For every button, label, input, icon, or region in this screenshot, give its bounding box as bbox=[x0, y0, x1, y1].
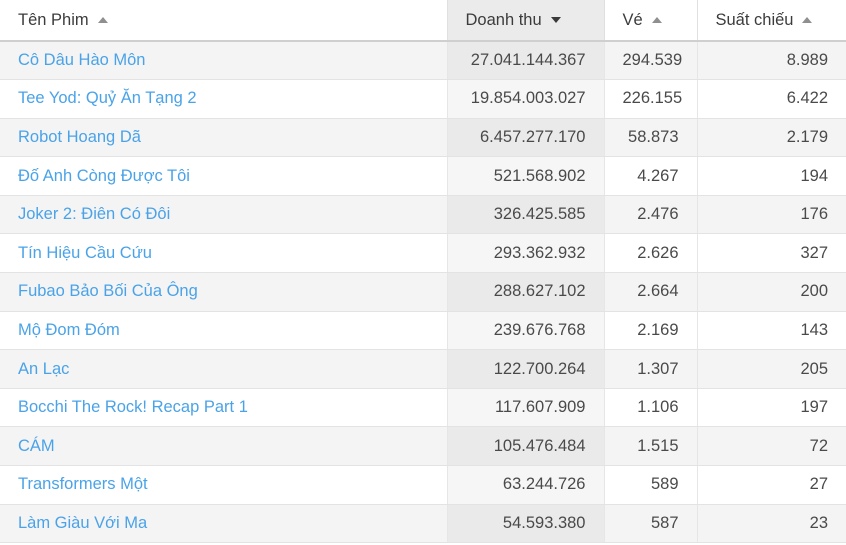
boxoffice-table: Tên Phim Doanh thu Vé Suất chiếu Cô Dâu … bbox=[0, 0, 846, 544]
cell-shows-value: 194 bbox=[697, 156, 846, 196]
header-row: Tên Phim Doanh thu Vé Suất chiếu bbox=[0, 0, 846, 42]
movie-title-link[interactable]: Robot Hoang Dã bbox=[18, 128, 141, 146]
column-header-revenue-label: Doanh thu bbox=[465, 10, 542, 29]
cell-revenue-value: 63.244.726 bbox=[447, 465, 605, 505]
cell-revenue-value: 105.476.484 bbox=[447, 426, 605, 467]
movie-title-link[interactable]: Tee Yod: Quỷ Ăn Tạng 2 bbox=[18, 89, 197, 107]
column-header-shows[interactable]: Suất chiếu bbox=[697, 0, 846, 42]
cell-tickets-value: 1.307 bbox=[604, 349, 698, 389]
table-row[interactable]: Mộ Đom Đóm 239.676.768 2.169 143 bbox=[0, 311, 846, 351]
cell-shows-value: 200 bbox=[697, 272, 846, 312]
sort-ascending-icon bbox=[97, 17, 108, 23]
cell-movie-title: Tee Yod: Quỷ Ăn Tạng 2 bbox=[0, 79, 448, 119]
cell-movie-title: An Lạc bbox=[0, 349, 448, 389]
cell-revenue-value: 54.593.380 bbox=[447, 504, 605, 544]
movie-title-link[interactable]: CÁM bbox=[18, 437, 55, 455]
cell-tickets-value: 58.873 bbox=[604, 118, 698, 158]
sort-ascending-icon bbox=[651, 17, 662, 23]
cell-revenue-value: 27.041.144.367 bbox=[447, 41, 605, 81]
movie-title-link[interactable]: Fubao Bảo Bối Của Ông bbox=[18, 282, 198, 300]
cell-shows-value: 205 bbox=[697, 349, 846, 389]
table-row[interactable]: Cô Dâu Hào Môn 27.041.144.367 294.539 8.989 bbox=[0, 41, 846, 81]
sort-descending-icon bbox=[550, 17, 561, 23]
cell-revenue-value: 6.457.277.170 bbox=[447, 118, 605, 158]
cell-tickets-value: 1.106 bbox=[604, 388, 698, 428]
table-row[interactable]: CÁM 105.476.484 1.515 72 bbox=[0, 426, 846, 467]
table-row[interactable]: Tín Hiệu Cầu Cứu 293.362.932 2.626 327 bbox=[0, 233, 846, 274]
cell-movie-title: Đố Anh Còng Được Tôi bbox=[0, 156, 448, 196]
cell-tickets-value: 4.267 bbox=[604, 156, 698, 196]
cell-movie-title: CÁM bbox=[0, 426, 448, 467]
cell-movie-title: Tín Hiệu Cầu Cứu bbox=[0, 233, 448, 274]
cell-shows-value: 327 bbox=[697, 233, 846, 274]
column-header-revenue[interactable]: Doanh thu bbox=[447, 0, 605, 42]
cell-revenue-value: 326.425.585 bbox=[447, 195, 605, 235]
cell-tickets-value: 1.515 bbox=[604, 426, 698, 467]
table-row[interactable]: Fubao Bảo Bối Của Ông 288.627.102 2.664 200 bbox=[0, 272, 846, 312]
cell-movie-title: Làm Giàu Với Ma bbox=[0, 504, 448, 544]
cell-movie-title: Joker 2: Điên Có Đôi bbox=[0, 195, 448, 235]
column-header-title-label: Tên Phim bbox=[18, 10, 89, 29]
cell-revenue-value: 19.854.003.027 bbox=[447, 79, 605, 119]
sort-ascending-icon bbox=[802, 17, 813, 23]
cell-movie-title: Cô Dâu Hào Môn bbox=[0, 41, 448, 81]
table-row[interactable]: Đố Anh Còng Được Tôi 521.568.902 4.267 194 bbox=[0, 156, 846, 196]
movie-title-link[interactable]: Cô Dâu Hào Môn bbox=[18, 51, 145, 69]
table-header: Tên Phim Doanh thu Vé Suất chiếu bbox=[0, 0, 846, 42]
cell-shows-value: 176 bbox=[697, 195, 846, 235]
cell-shows-value: 72 bbox=[697, 426, 846, 467]
cell-tickets-value: 587 bbox=[604, 504, 698, 544]
cell-movie-title: Bocchi The Rock! Recap Part 1 bbox=[0, 388, 448, 428]
table-row[interactable]: Bocchi The Rock! Recap Part 1 117.607.909… bbox=[0, 388, 846, 428]
cell-tickets-value: 294.539 bbox=[604, 41, 698, 81]
table-row[interactable]: Robot Hoang Dã 6.457.277.170 58.873 2.179 bbox=[0, 118, 846, 158]
movie-title-link[interactable]: Tín Hiệu Cầu Cứu bbox=[18, 244, 152, 262]
cell-shows-value: 6.422 bbox=[697, 79, 846, 119]
boxoffice-table-container: Tên Phim Doanh thu Vé Suất chiếu Cô Dâu … bbox=[0, 0, 846, 545]
table-body: Cô Dâu Hào Môn 27.041.144.367 294.539 8.989… bbox=[0, 41, 846, 544]
cell-movie-title: Robot Hoang Dã bbox=[0, 118, 448, 158]
cell-shows-value: 27 bbox=[697, 465, 846, 505]
movie-title-link[interactable]: Làm Giàu Với Ma bbox=[18, 514, 147, 532]
column-header-tickets[interactable]: Vé bbox=[604, 0, 698, 42]
cell-movie-title: Fubao Bảo Bối Của Ông bbox=[0, 272, 448, 312]
cell-shows-value: 8.989 bbox=[697, 41, 846, 81]
cell-tickets-value: 589 bbox=[604, 465, 698, 505]
cell-revenue-value: 288.627.102 bbox=[447, 272, 605, 312]
movie-title-link[interactable]: Đố Anh Còng Được Tôi bbox=[18, 167, 190, 185]
cell-revenue-value: 117.607.909 bbox=[447, 388, 605, 428]
cell-movie-title: Transformers Một bbox=[0, 465, 448, 505]
column-header-tickets-label: Vé bbox=[622, 10, 643, 29]
cell-tickets-value: 2.664 bbox=[604, 272, 698, 312]
column-header-shows-label: Suất chiếu bbox=[715, 10, 794, 29]
cell-revenue-value: 239.676.768 bbox=[447, 311, 605, 351]
cell-tickets-value: 2.476 bbox=[604, 195, 698, 235]
table-row[interactable]: Làm Giàu Với Ma 54.593.380 587 23 bbox=[0, 504, 846, 544]
column-header-title[interactable]: Tên Phim bbox=[0, 0, 448, 42]
cell-revenue-value: 521.568.902 bbox=[447, 156, 605, 196]
movie-title-link[interactable]: Bocchi The Rock! Recap Part 1 bbox=[18, 398, 248, 416]
movie-title-link[interactable]: Transformers Một bbox=[18, 475, 148, 493]
cell-tickets-value: 2.169 bbox=[604, 311, 698, 351]
table-row[interactable]: Joker 2: Điên Có Đôi 326.425.585 2.476 176 bbox=[0, 195, 846, 235]
table-row[interactable]: Transformers Một 63.244.726 589 27 bbox=[0, 465, 846, 505]
movie-title-link[interactable]: Mộ Đom Đóm bbox=[18, 321, 120, 339]
table-row[interactable]: Tee Yod: Quỷ Ăn Tạng 2 19.854.003.027 226.… bbox=[0, 79, 846, 119]
cell-revenue-value: 293.362.932 bbox=[447, 233, 605, 274]
cell-shows-value: 197 bbox=[697, 388, 846, 428]
cell-shows-value: 23 bbox=[697, 504, 846, 544]
movie-title-link[interactable]: Joker 2: Điên Có Đôi bbox=[18, 205, 170, 223]
cell-tickets-value: 226.155 bbox=[604, 79, 698, 119]
cell-shows-value: 2.179 bbox=[697, 118, 846, 158]
movie-title-link[interactable]: An Lạc bbox=[18, 360, 69, 378]
cell-revenue-value: 122.700.264 bbox=[447, 349, 605, 389]
cell-movie-title: Mộ Đom Đóm bbox=[0, 311, 448, 351]
cell-shows-value: 143 bbox=[697, 311, 846, 351]
table-row[interactable]: An Lạc 122.700.264 1.307 205 bbox=[0, 349, 846, 389]
cell-tickets-value: 2.626 bbox=[604, 233, 698, 274]
